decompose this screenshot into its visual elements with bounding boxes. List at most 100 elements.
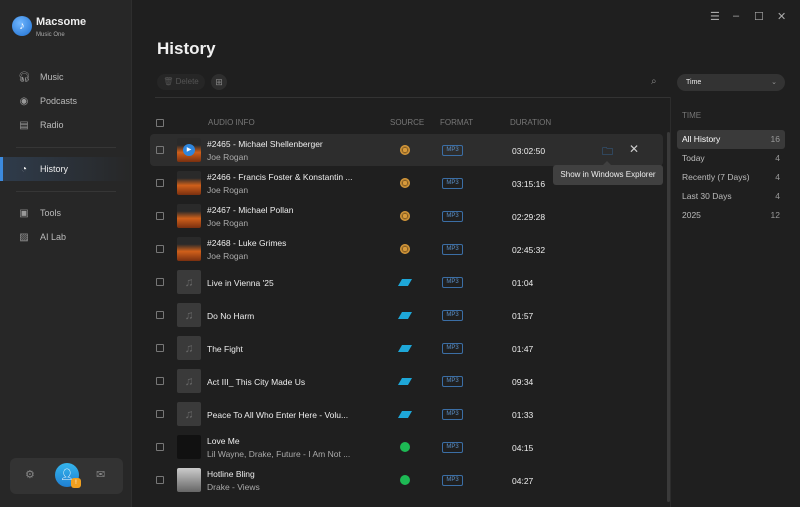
page-title: History (157, 39, 216, 58)
divider (155, 97, 670, 98)
app-subtitle: Music One (36, 32, 65, 38)
ai-icon: ▨ (19, 231, 29, 243)
delete-button[interactable]: 🗑︎ Delete (157, 74, 205, 90)
header-duration: DURATION (510, 118, 552, 127)
format-badge: MP3 (442, 244, 463, 255)
row-checkbox[interactable] (156, 410, 164, 418)
table-row[interactable]: #2468 - Luke Grimes Joe Rogan MP3 02:45:… (150, 233, 663, 265)
tooltip: Show in Windows Explorer (553, 161, 663, 185)
duration: 01:33 (512, 410, 534, 420)
row-checkbox[interactable] (156, 476, 164, 484)
time-filter-item[interactable]: Recently (7 Days) 4 (677, 168, 785, 187)
tidal-source-icon (397, 378, 413, 385)
track-title: Love Me (207, 436, 240, 446)
clock-icon: ◔ (20, 163, 28, 175)
select-all-checkbox[interactable] (156, 119, 164, 127)
table-row[interactable]: ♫ Peace To All Who Enter Here - Volu... … (150, 398, 663, 430)
tidal-source-icon (397, 345, 413, 352)
sidebar: ♪ Macsome Music One 🎧︎ Music ◉ Podcasts ▤ R… (0, 0, 132, 507)
divider (16, 147, 116, 148)
sidebar-item-history[interactable]: ◔ History (0, 157, 131, 181)
filter-label: 2025 (682, 210, 701, 220)
sidebar-item-label: Podcasts (40, 96, 78, 106)
duration: 09:34 (512, 377, 534, 387)
header-format: FORMAT (440, 118, 474, 127)
music-note-icon: ♫ (177, 270, 201, 294)
play-icon[interactable]: ▶ (183, 144, 195, 156)
track-title: The Fight (207, 344, 243, 354)
format-badge: MP3 (442, 409, 463, 420)
duration: 02:29:28 (512, 212, 546, 222)
row-checkbox[interactable] (156, 311, 164, 319)
grid-view-button[interactable]: ⊞ (211, 74, 227, 90)
track-title: Do No Harm (207, 311, 255, 321)
duration: 04:15 (512, 443, 534, 453)
time-filter-select[interactable]: Time ⌄ (677, 74, 785, 91)
table-row[interactable]: #2467 - Michael Pollan Joe Rogan MP3 02:… (150, 200, 663, 232)
row-checkbox[interactable] (156, 146, 164, 154)
cover-art (177, 435, 201, 459)
track-artist: Joe Rogan (207, 185, 249, 195)
music-note-icon: ♫ (177, 303, 201, 327)
sidebar-item-label: Music (40, 72, 64, 82)
remove-icon[interactable]: ✕ (629, 142, 639, 156)
format-badge: MP3 (442, 442, 463, 453)
menu-icon[interactable]: ☰ (710, 10, 720, 23)
podcast-icon: ◉ (19, 95, 29, 107)
time-filter-item[interactable]: Today 4 (677, 149, 785, 168)
track-title: #2467 - Michael Pollan (207, 205, 294, 215)
track-title: Peace To All Who Enter Here - Volu... (207, 410, 349, 420)
row-checkbox[interactable] (156, 179, 164, 187)
format-badge: MP3 (442, 178, 463, 189)
folder-icon[interactable]: 🗀 (602, 143, 613, 162)
row-checkbox[interactable] (156, 443, 164, 451)
cover-art (177, 237, 201, 261)
music-note-icon: ♫ (177, 336, 201, 360)
track-artist: Lil Wayne, Drake, Future - I Am Not ... (207, 449, 351, 459)
search-icon[interactable]: ⌕ (651, 76, 657, 87)
podcast-source-icon (400, 244, 410, 254)
avatar[interactable]: 👤︎! (55, 463, 81, 488)
cover-art (177, 171, 201, 195)
filter-label: Last 30 Days (682, 191, 732, 201)
app-logo-icon: ♪ (12, 16, 32, 36)
row-checkbox[interactable] (156, 245, 164, 253)
trash-icon: 🗑︎ (163, 77, 176, 86)
row-checkbox[interactable] (156, 377, 164, 385)
scrollbar[interactable] (667, 132, 670, 502)
filter-count: 12 (770, 210, 780, 220)
cover-art (177, 204, 201, 228)
time-filter-item[interactable]: Last 30 Days 4 (677, 187, 785, 206)
mail-icon[interactable]: ✉ (96, 468, 105, 481)
sidebar-footer: ⚙ 👤︎! ✉ (10, 458, 123, 494)
table-row[interactable]: ♫ The Fight MP3 01:47 (150, 332, 663, 364)
sidebar-item-radio[interactable]: ▤ Radio (0, 113, 131, 137)
table-row[interactable]: ♫ Act III_ This City Made Us MP3 09:34 (150, 365, 663, 397)
time-filter-item[interactable]: All History 16 (677, 130, 785, 149)
time-filter-title: TIME (682, 111, 702, 120)
gear-icon[interactable]: ⚙ (25, 468, 35, 481)
sidebar-item-podcasts[interactable]: ◉ Podcasts (0, 89, 131, 113)
row-checkbox[interactable] (156, 212, 164, 220)
time-filter-item[interactable]: 2025 12 (677, 206, 785, 225)
filter-label: All History (682, 134, 721, 144)
sidebar-item-ai-lab[interactable]: ▨ AI Lab (0, 225, 131, 249)
sidebar-item-music[interactable]: 🎧︎ Music (0, 65, 131, 89)
close-icon[interactable]: ✕ (777, 10, 786, 23)
row-checkbox[interactable] (156, 344, 164, 352)
table-row[interactable]: ♫ Live in Vienna '25 MP3 01:04 (150, 266, 663, 298)
sidebar-item-label: AI Lab (40, 232, 67, 242)
format-badge: MP3 (442, 343, 463, 354)
format-badge: MP3 (442, 277, 463, 288)
minimize-icon[interactable]: – (733, 10, 739, 22)
filter-label: Recently (7 Days) (682, 172, 750, 182)
table-row[interactable]: ♫ Do No Harm MP3 01:57 (150, 299, 663, 331)
table-row[interactable]: Love Me Lil Wayne, Drake, Future - I Am … (150, 431, 663, 463)
format-badge: MP3 (442, 376, 463, 387)
table-row[interactable]: ▶ #2465 - Michael Shellenberger Joe Roga… (150, 134, 663, 166)
maximize-icon[interactable]: ☐ (754, 10, 764, 23)
duration: 02:45:32 (512, 245, 546, 255)
row-checkbox[interactable] (156, 278, 164, 286)
table-row[interactable]: Hotline Bling Drake - Views MP3 04:27 (150, 464, 663, 496)
sidebar-item-tools[interactable]: ▣ Tools (0, 201, 131, 225)
